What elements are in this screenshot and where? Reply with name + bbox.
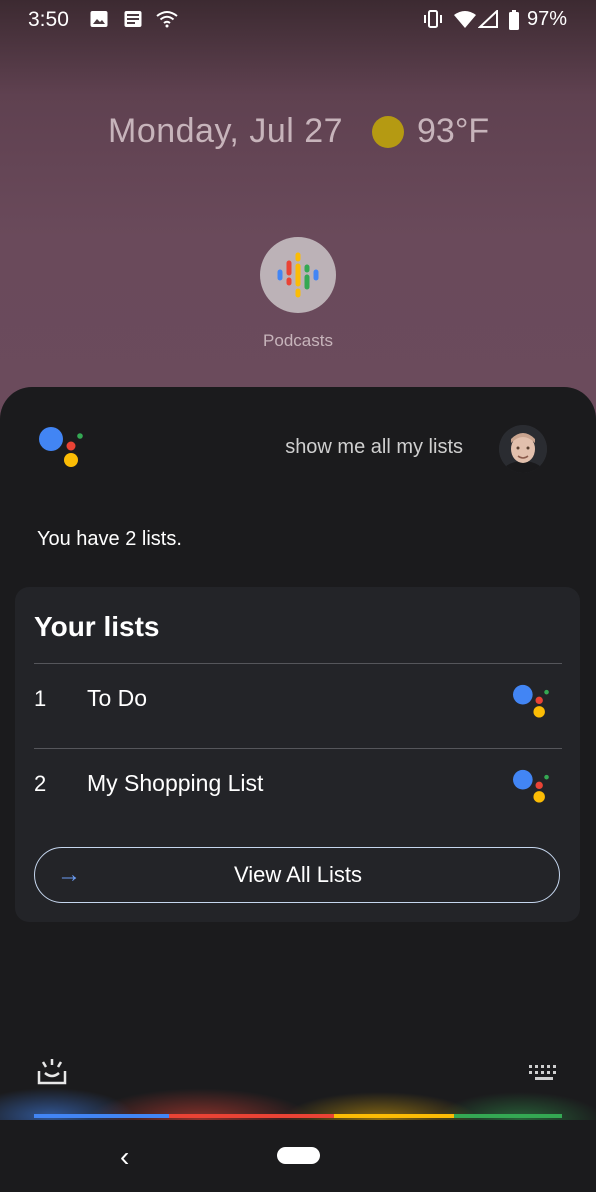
status-bar: 3:50 97% — [0, 0, 596, 40]
assistant-bar-blue — [34, 1114, 169, 1118]
list-item-label: To Do — [87, 685, 148, 711]
cell-signal-icon — [478, 10, 498, 28]
date-widget[interactable]: Monday, Jul 27 — [108, 112, 343, 151]
battery-icon — [509, 10, 519, 30]
list-item-label: My Shopping List — [87, 770, 264, 796]
google-assistant-icon — [39, 427, 83, 467]
image-icon — [90, 11, 108, 27]
podcasts-app-icon[interactable] — [260, 237, 336, 313]
google-assistant-icon — [513, 769, 549, 803]
list-item-number: 1 — [34, 686, 47, 711]
list-item[interactable]: 1 To Do — [34, 664, 562, 748]
user-photo — [499, 425, 547, 473]
keyboard-icon[interactable] — [528, 1064, 560, 1082]
temperature[interactable]: 93°F — [417, 112, 489, 151]
view-all-lists-button[interactable]: → View All Lists — [34, 847, 560, 903]
assistant-bar-green — [454, 1114, 562, 1118]
google-assistant-icon — [513, 684, 549, 718]
wifi-icon — [156, 11, 178, 28]
battery-percent: 97% — [527, 8, 568, 30]
list-item-number: 2 — [34, 771, 47, 796]
list-item[interactable]: 2 My Shopping List — [34, 749, 562, 833]
sun-icon — [372, 116, 404, 148]
assistant-bar-yellow — [334, 1114, 454, 1118]
wifi-icon — [454, 11, 476, 28]
assistant-bar-red — [169, 1114, 334, 1118]
user-query[interactable]: show me all my lists — [285, 436, 463, 459]
back-button[interactable]: ‹ — [120, 1141, 129, 1173]
clock: 3:50 — [28, 8, 69, 31]
avatar[interactable] — [499, 425, 547, 473]
podcasts-app-label: Podcasts — [263, 331, 333, 350]
view-all-lists-label: View All Lists — [234, 862, 362, 887]
lens-icon[interactable] — [36, 1057, 68, 1087]
podcasts-icon — [277, 252, 319, 298]
vibrate-icon — [424, 10, 442, 28]
assistant-glow — [0, 1040, 596, 1120]
news-icon — [124, 11, 142, 27]
home-button[interactable] — [277, 1147, 320, 1164]
assistant-response: You have 2 lists. — [37, 528, 182, 550]
card-title: Your lists — [34, 611, 160, 642]
